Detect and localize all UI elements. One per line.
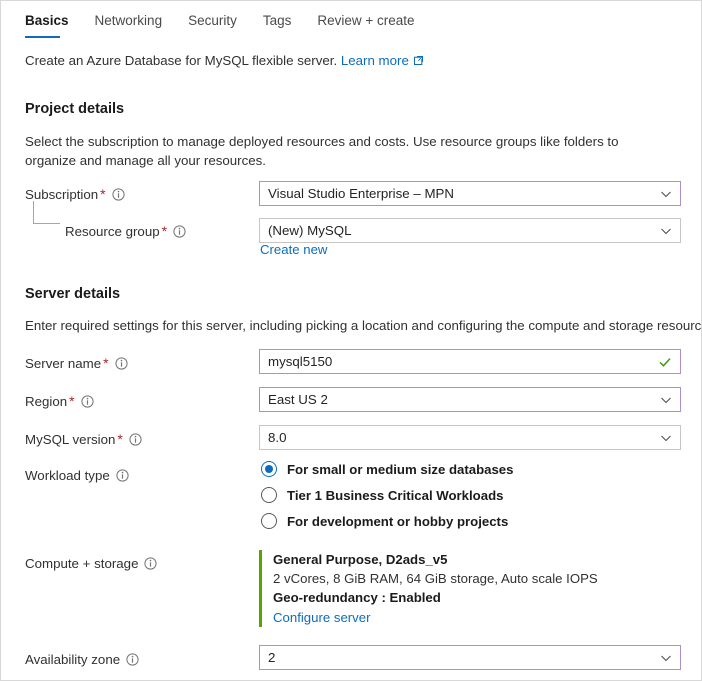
subscription-label-text: Subscription [25, 187, 98, 202]
availability-zone-value: 2 [268, 650, 654, 665]
chevron-down-icon [660, 432, 672, 444]
compute-storage-geo-redundancy: Geo-redundancy : Enabled [273, 588, 679, 607]
server-name-label-text: Server name [25, 356, 101, 371]
info-icon[interactable] [112, 186, 125, 199]
configure-server-link[interactable]: Configure server [273, 610, 370, 625]
intro-text: Create an Azure Database for MySQL flexi… [25, 52, 424, 71]
availability-zone-select[interactable]: 2 [259, 645, 681, 670]
mysql-version-label: MySQL version* [25, 428, 142, 451]
server-name-row: Server name* mysql5150 [1, 352, 702, 376]
server-name-value: mysql5150 [268, 354, 652, 369]
tab-tags-label: Tags [263, 13, 292, 28]
region-row: Region* East US 2 [1, 390, 702, 414]
wizard-tabs: Basics Networking Security Tags Review +… [25, 13, 441, 38]
compute-storage-label-text: Compute + storage [25, 556, 138, 571]
server-name-required-asterisk: * [103, 355, 108, 371]
subscription-row: Subscription* Visual Studio Enterprise –… [1, 183, 702, 207]
compute-storage-tier: General Purpose, D2ads_v5 [273, 550, 679, 569]
chevron-down-icon [660, 394, 672, 406]
compute-storage-summary: General Purpose, D2ads_v5 2 vCores, 8 Gi… [259, 550, 679, 627]
resource-group-label: Resource group* [65, 220, 186, 243]
resource-group-value: (New) MySQL [268, 223, 654, 238]
info-icon[interactable] [144, 555, 157, 568]
learn-more-link[interactable]: Learn more [341, 53, 424, 68]
project-details-description: Select the subscription to manage deploy… [25, 132, 655, 170]
region-required-asterisk: * [69, 393, 74, 409]
tab-networking-label: Networking [95, 13, 163, 28]
region-label-text: Region [25, 394, 67, 409]
info-icon[interactable] [116, 467, 129, 480]
availability-zone-label: Availability zone [25, 649, 139, 671]
resource-group-row: Resource group* (New) MySQL [1, 220, 702, 244]
compute-storage-label: Compute + storage [25, 553, 157, 575]
workload-type-option-dev-hobby[interactable]: For development or hobby projects [261, 513, 508, 529]
workload-type-option-label: For development or hobby projects [287, 514, 508, 529]
chevron-down-icon [660, 188, 672, 200]
tab-security-label: Security [188, 13, 237, 28]
intro-description: Create an Azure Database for MySQL flexi… [25, 53, 337, 68]
chevron-down-icon [660, 652, 672, 664]
workload-type-label: Workload type [25, 465, 129, 487]
workload-type-option-label: For small or medium size databases [287, 462, 513, 477]
info-icon[interactable] [129, 431, 142, 444]
tab-active-underline [25, 36, 60, 38]
info-icon[interactable] [126, 651, 139, 664]
availability-zone-row: Availability zone 2 [1, 649, 702, 673]
tab-basics[interactable]: Basics [25, 13, 86, 38]
create-mysql-flexible-server-form: Basics Networking Security Tags Review +… [0, 0, 702, 681]
tab-tags[interactable]: Tags [263, 13, 309, 38]
radio-button[interactable] [261, 513, 277, 529]
region-select[interactable]: East US 2 [259, 387, 681, 412]
info-icon[interactable] [115, 355, 128, 368]
workload-type-option-small-medium[interactable]: For small or medium size databases [261, 461, 513, 477]
subscription-select[interactable]: Visual Studio Enterprise – MPN [259, 181, 681, 206]
tab-basics-label: Basics [25, 13, 69, 28]
compute-storage-specs: 2 vCores, 8 GiB RAM, 64 GiB storage, Aut… [273, 569, 679, 588]
resource-group-select[interactable]: (New) MySQL [259, 218, 681, 243]
info-icon[interactable] [81, 393, 94, 406]
external-link-icon [413, 53, 424, 71]
tab-security[interactable]: Security [188, 13, 254, 38]
resource-group-label-text: Resource group [65, 224, 160, 239]
availability-zone-label-text: Availability zone [25, 652, 120, 667]
mysql-version-required-asterisk: * [117, 431, 122, 447]
server-name-label: Server name* [25, 352, 128, 375]
workload-type-option-tier1[interactable]: Tier 1 Business Critical Workloads [261, 487, 503, 503]
mysql-version-label-text: MySQL version [25, 432, 115, 447]
region-label: Region* [25, 390, 94, 413]
subscription-required-asterisk: * [100, 186, 105, 202]
mysql-version-select[interactable]: 8.0 [259, 425, 681, 450]
server-details-description: Enter required settings for this server,… [25, 316, 685, 335]
resource-group-required-asterisk: * [162, 223, 167, 239]
create-new-resource-group-link[interactable]: Create new [260, 242, 327, 257]
radio-button[interactable] [261, 487, 277, 503]
workload-type-option-label: Tier 1 Business Critical Workloads [287, 488, 503, 503]
learn-more-label: Learn more [341, 53, 409, 68]
tab-review-create[interactable]: Review + create [317, 13, 431, 38]
mysql-version-value: 8.0 [268, 430, 654, 445]
server-details-heading: Server details [25, 286, 120, 302]
tab-networking[interactable]: Networking [95, 13, 180, 38]
subscription-value: Visual Studio Enterprise – MPN [268, 186, 654, 201]
chevron-down-icon [660, 225, 672, 237]
info-icon[interactable] [173, 223, 186, 236]
tab-review-create-label: Review + create [317, 13, 414, 28]
region-value: East US 2 [268, 392, 654, 407]
radio-button[interactable] [261, 461, 277, 477]
checkmark-icon [658, 355, 672, 369]
workload-type-label-text: Workload type [25, 468, 110, 483]
project-details-heading: Project details [25, 101, 124, 117]
mysql-version-row: MySQL version* 8.0 [1, 428, 702, 452]
server-name-input[interactable]: mysql5150 [259, 349, 681, 374]
